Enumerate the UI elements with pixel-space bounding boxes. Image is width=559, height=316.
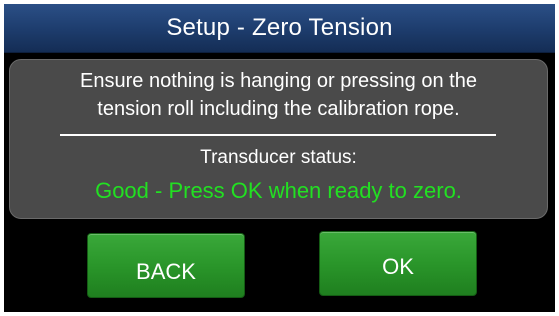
back-button-label: BACK bbox=[136, 258, 196, 284]
back-button[interactable]: BACK bbox=[87, 233, 245, 298]
ok-button-label: OK bbox=[382, 253, 414, 279]
page-title: Setup - Zero Tension bbox=[166, 14, 393, 41]
instruction-line-2: tension roll including the calibration r… bbox=[97, 98, 460, 120]
message-panel: Ensure nothing is hanging or pressing on… bbox=[9, 59, 548, 219]
title-bar: Setup - Zero Tension bbox=[4, 4, 555, 53]
transducer-status-value: Good - Press OK when ready to zero. bbox=[95, 178, 462, 203]
instruction-line-1: Ensure nothing is hanging or pressing on… bbox=[80, 70, 477, 92]
ok-button[interactable]: OK bbox=[319, 231, 477, 296]
transducer-status-label: Transducer status: bbox=[200, 147, 357, 168]
divider bbox=[60, 134, 496, 136]
setup-screen: Setup - Zero Tension Ensure nothing is h… bbox=[4, 4, 555, 312]
